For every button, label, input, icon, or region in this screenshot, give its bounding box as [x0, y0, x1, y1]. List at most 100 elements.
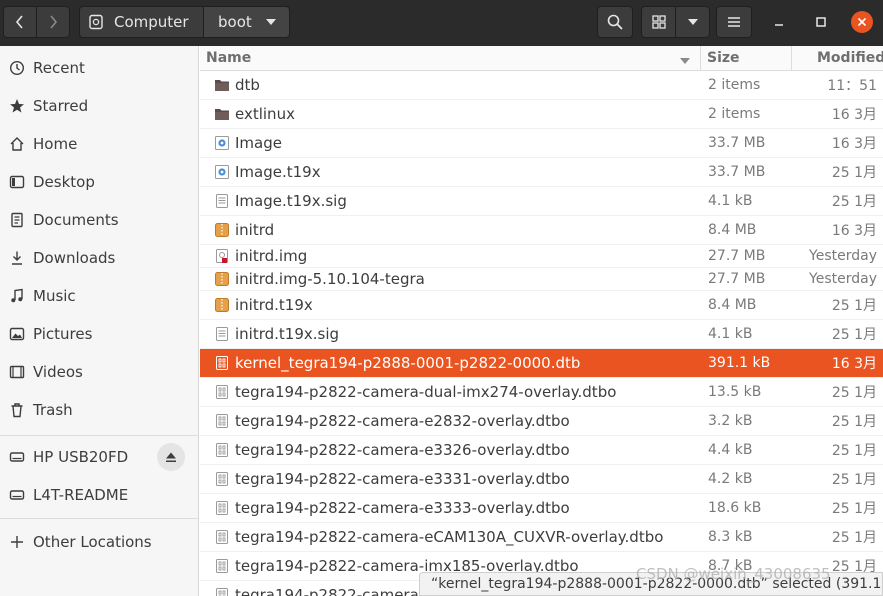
file-row[interactable]: initrd.img-5.10.104-tegra 27.7 MB Yesterda… — [200, 268, 883, 291]
binary-file-icon — [214, 471, 230, 487]
file-row[interactable]: tegra194-p2822-camera-e2832-overlay.dtbo… — [200, 407, 883, 436]
minimize-icon — [775, 24, 783, 26]
file-modified: 16 3月 — [831, 107, 877, 123]
file-size: 3.2 kB — [708, 413, 753, 429]
sidebar-item-pictures[interactable]: Pictures — [0, 316, 199, 352]
file-name: extlinux — [235, 105, 295, 123]
file-modified: 25 1月 — [831, 443, 877, 459]
file-row[interactable]: Image.t19x 33.7 MB 25 1月 — [200, 158, 883, 187]
file-row[interactable]: initrd.t19x.sig 4.1 kB 25 1月 — [200, 320, 883, 349]
file-row[interactable]: kernel_tegra194-p2888-0001-p2822-0000.dt… — [200, 349, 883, 378]
file-row[interactable]: tegra194-p2822-camera-e3333-overlay.dtbo… — [200, 494, 883, 523]
path-button-computer[interactable]: Computer — [79, 6, 204, 38]
file-name: initrd.img — [235, 247, 308, 265]
file-size: 33.7 MB — [708, 135, 766, 151]
sidebar-item-documents[interactable]: Documents — [0, 202, 199, 238]
watermark-text: CSDN @weixin_43008635 — [636, 565, 831, 583]
file-size: 13.5 kB — [708, 384, 762, 400]
file-size: 27.7 MB — [708, 248, 766, 264]
sidebar-item-label: HP USB20FD — [33, 448, 129, 466]
column-divider[interactable] — [791, 46, 792, 71]
file-modified: 25 1月 — [831, 165, 877, 181]
sort-descending-icon — [680, 52, 690, 68]
file-row[interactable]: initrd.t19x 8.4 MB 25 1月 — [200, 291, 883, 320]
main-menu-button[interactable] — [716, 6, 752, 38]
file-name: Image.t19x.sig — [235, 192, 347, 210]
sidebar-item-label: Music — [33, 287, 76, 305]
sidebar-item-label: Trash — [33, 401, 73, 419]
file-name: kernel_tegra194-p2888-0001-p2822-0000.dt… — [235, 354, 581, 372]
view-options-button[interactable] — [675, 6, 710, 38]
file-modified: Yesterday — [809, 271, 877, 287]
view-toggle-button[interactable] — [641, 6, 676, 38]
column-divider[interactable] — [700, 46, 701, 71]
sidebar-item-recent[interactable]: Recent — [0, 50, 199, 86]
file-modified: 16 3月 — [831, 223, 877, 239]
header-bar: Computer boot — [0, 0, 883, 46]
maximize-button[interactable] — [810, 11, 832, 33]
sidebar-item-label: Videos — [33, 363, 83, 381]
column-header-name[interactable]: Name — [206, 50, 251, 66]
file-size: 18.6 kB — [708, 500, 762, 516]
sidebar-separator — [0, 518, 199, 519]
file-list-view: Name Size Modified dtb 2 items 11：51 extlin… — [200, 46, 883, 596]
sidebar-item-home[interactable]: Home — [0, 126, 199, 162]
sidebar-item-videos[interactable]: Videos — [0, 354, 199, 390]
eject-icon — [166, 452, 176, 462]
sidebar-item-label: Home — [33, 135, 78, 153]
close-button[interactable] — [851, 11, 873, 33]
file-modified: 25 1月 — [831, 530, 877, 546]
file-name: initrd — [235, 221, 275, 239]
file-name: tegra194-p2822-camera-e3326-overlay.dtbo — [235, 441, 570, 459]
file-row[interactable]: tegra194-p2822-camera-e3326-overlay.dtbo… — [200, 436, 883, 465]
path-label-boot: boot — [218, 13, 252, 31]
sidebar-item-music[interactable]: Music — [0, 278, 199, 314]
file-row[interactable]: initrd.img 27.7 MB Yesterday — [200, 245, 883, 268]
music-icon — [8, 288, 25, 305]
binary-file-icon — [214, 500, 230, 516]
binary-file-icon — [214, 587, 230, 596]
video-icon — [8, 364, 25, 381]
file-row[interactable]: dtb 2 items 11：51 — [200, 71, 883, 100]
eject-button[interactable] — [157, 443, 185, 471]
sidebar-item-desktop[interactable]: Desktop — [0, 164, 199, 200]
sidebar-separator — [0, 435, 199, 436]
column-header-size[interactable]: Size — [707, 50, 740, 66]
text-file-icon — [214, 326, 230, 342]
search-button[interactable] — [597, 6, 633, 38]
path-button-boot[interactable]: boot — [203, 6, 290, 38]
minimize-button[interactable] — [768, 11, 790, 33]
chevron-down-icon — [265, 19, 276, 25]
sidebar-item-l4t-readme[interactable]: L4T-README — [0, 477, 199, 513]
sidebar-item-label: Starred — [33, 97, 89, 115]
file-size: 2 items — [708, 106, 761, 122]
file-size: 4.1 kB — [708, 326, 753, 342]
file-modified: 16 3月 — [831, 356, 877, 372]
file-name: tegra194-p2822-camera-eCAM130A_CUXVR-ove… — [235, 528, 664, 546]
file-modified: 25 1月 — [831, 194, 877, 210]
sidebar-item-trash[interactable]: Trash — [0, 392, 199, 428]
file-name: tegra194-p2822-camera-e2832-overlay.dtbo — [235, 412, 570, 430]
file-row[interactable]: tegra194-p2822-camera-e3331-overlay.dtbo… — [200, 465, 883, 494]
binary-file-icon — [214, 558, 230, 574]
file-row[interactable]: tegra194-p2822-camera-eCAM130A_CUXVR-ove… — [200, 523, 883, 552]
sidebar-item-starred[interactable]: Starred — [0, 88, 199, 124]
drive-icon — [8, 487, 25, 504]
column-header-row: Name Size Modified — [200, 46, 883, 71]
file-row[interactable]: initrd 8.4 MB 16 3月 — [200, 216, 883, 245]
file-size: 4.4 kB — [708, 442, 753, 458]
file-row[interactable]: tegra194-p2822-camera-dual-imx274-overla… — [200, 378, 883, 407]
back-button[interactable] — [3, 6, 37, 38]
document-icon — [8, 212, 25, 229]
file-row[interactable]: Image.t19x.sig 4.1 kB 25 1月 — [200, 187, 883, 216]
file-modified: 25 1月 — [831, 414, 877, 430]
file-row[interactable]: extlinux 2 items 16 3月 — [200, 100, 883, 129]
column-header-modified[interactable]: Modified — [817, 50, 883, 66]
sidebar-item-downloads[interactable]: Downloads — [0, 240, 199, 276]
folder-icon — [214, 106, 230, 122]
file-row[interactable]: Image 33.7 MB 16 3月 — [200, 129, 883, 158]
forward-button[interactable] — [36, 6, 70, 38]
clock-icon — [8, 60, 25, 77]
archive-icon — [214, 222, 230, 238]
sidebar-item-other-locations[interactable]: Other Locations — [0, 524, 199, 560]
